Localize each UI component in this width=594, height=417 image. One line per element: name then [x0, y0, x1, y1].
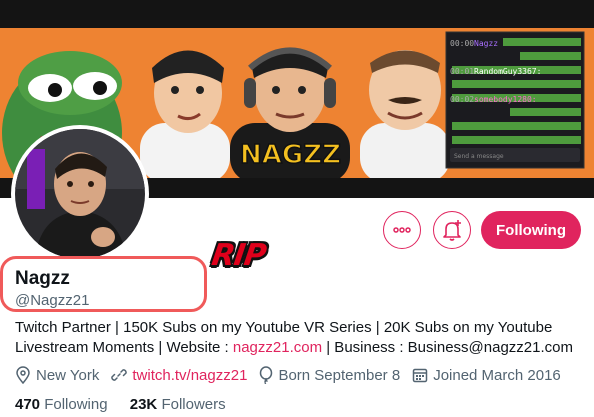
svg-text:00:01: 00:01	[450, 67, 474, 76]
link-icon	[111, 369, 128, 381]
svg-text:00:02: 00:02	[450, 95, 474, 104]
joined-item: Joined March 2016	[412, 367, 561, 384]
avatar[interactable]	[11, 125, 149, 263]
user-handle: @Nagzz21	[15, 292, 90, 309]
followers-stat[interactable]: 23K Followers	[130, 396, 226, 413]
notifications-button[interactable]	[433, 211, 471, 249]
website-link[interactable]: nagzz21.com	[233, 339, 322, 356]
following-button[interactable]: Following	[481, 211, 581, 249]
svg-text:Nagzz: Nagzz	[474, 39, 498, 48]
calendar-icon	[412, 368, 428, 383]
rip-overlay-text: RIP	[209, 238, 268, 273]
birthday-item: Born September 8	[259, 366, 400, 384]
location-pin-icon	[16, 366, 30, 384]
following-button-label: Following	[496, 221, 566, 239]
svg-text:somebody1280:: somebody1280:	[474, 95, 537, 104]
chat-panel: 00:00 Nagzz 00:01 RandomGuy3367: 00:02 s…	[445, 31, 585, 169]
display-name: Nagzz	[15, 268, 70, 289]
profile-meta: New York twitch.tv/nagzz21 Born Septembe…	[15, 366, 561, 384]
url-item[interactable]: twitch.tv/nagzz21	[111, 367, 247, 384]
balloon-icon	[260, 366, 273, 384]
svg-text:00:00: 00:00	[450, 39, 474, 48]
following-stat[interactable]: 470 Following	[15, 396, 108, 413]
location-item: New York	[15, 366, 99, 384]
follow-stats: 470 Following 23K Followers	[15, 396, 244, 413]
svg-text:Send a message: Send a message	[454, 153, 504, 160]
bio-line-1: Twitch Partner | 150K Subs on my Youtube…	[15, 319, 553, 336]
bell-plus-icon	[443, 220, 461, 241]
more-options-button[interactable]	[383, 211, 421, 249]
profile-bio: Twitch Partner | 150K Subs on my Youtube…	[15, 318, 585, 358]
bio-line-2: Livestream Moments | Website : nagzz21.c…	[15, 339, 573, 356]
svg-text:RandomGuy3367:: RandomGuy3367:	[474, 67, 541, 76]
svg-text:NAGZZ: NAGZZ	[240, 140, 341, 170]
more-dots-icon	[393, 227, 411, 233]
